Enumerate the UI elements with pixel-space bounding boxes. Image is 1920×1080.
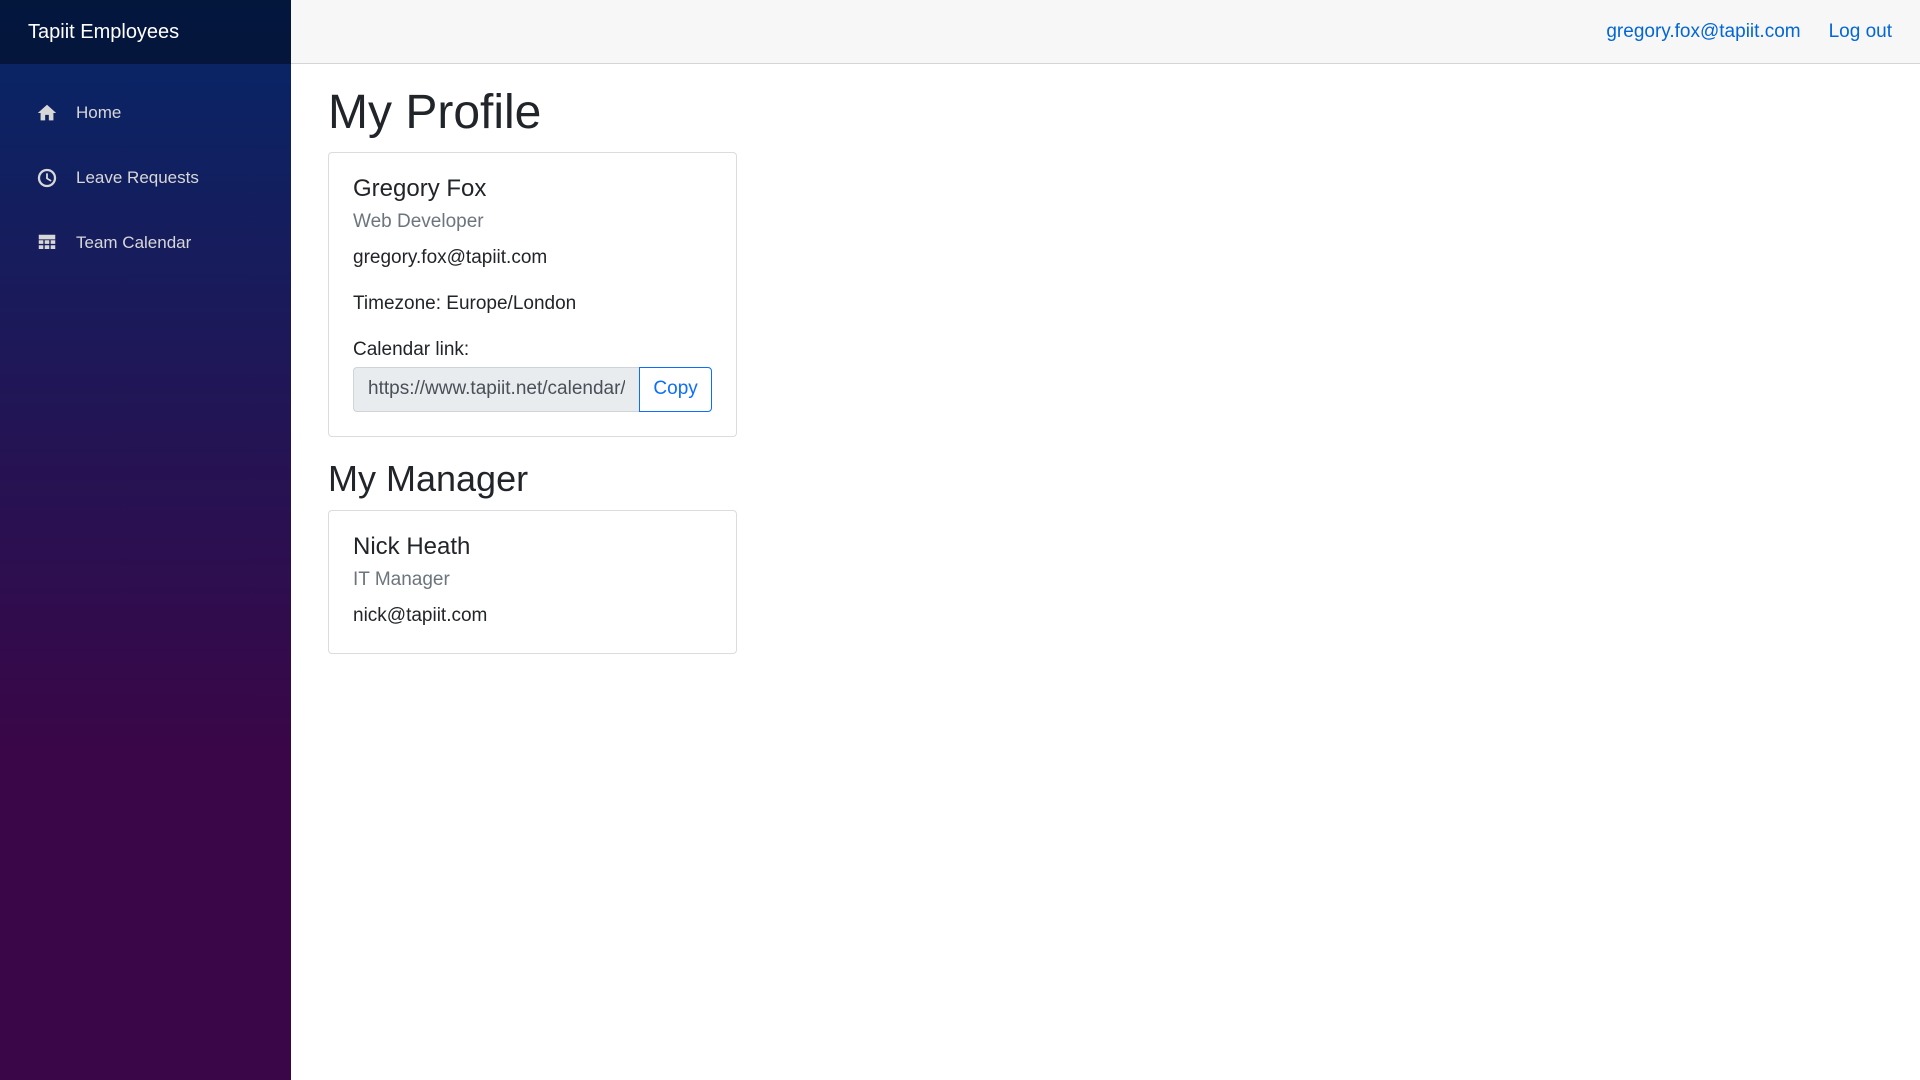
manager-card: Nick Heath IT Manager nick@tapiit.com [328, 509, 737, 654]
calendar-link-input[interactable] [353, 366, 640, 412]
profile-role: Web Developer [353, 210, 484, 232]
sidebar: Tapiit Employees Home Leave Requests Tea… [0, 0, 291, 1080]
sidebar-item-home[interactable]: Home [0, 80, 291, 145]
logout-link[interactable]: Log out [1829, 21, 1892, 43]
manager-name: Nick Heath [353, 532, 471, 560]
copy-button[interactable]: Copy [639, 366, 712, 412]
calendar-icon [36, 232, 58, 254]
manager-section-title: My Manager [328, 457, 529, 499]
sidebar-item-team-calendar[interactable]: Team Calendar [0, 210, 291, 275]
calendar-link-group: Copy [353, 366, 712, 412]
sidebar-nav: Home Leave Requests Team Calendar [0, 64, 291, 275]
calendar-link-label: Calendar link: [353, 338, 470, 360]
profile-email: gregory.fox@tapiit.com [353, 246, 548, 268]
sidebar-item-leave-requests[interactable]: Leave Requests [0, 145, 291, 210]
manager-role: IT Manager [353, 568, 450, 590]
profile-name: Gregory Fox [353, 174, 487, 202]
clock-icon [36, 167, 58, 189]
main-content: My Profile Gregory Fox Web Developer gre… [328, 80, 737, 654]
brand-title[interactable]: Tapiit Employees [0, 0, 291, 64]
top-bar: gregory.fox@tapiit.com Log out [291, 0, 1920, 64]
page-title: My Profile [328, 86, 542, 139]
profile-timezone: Timezone: Europe/London [353, 292, 577, 314]
user-email-link[interactable]: gregory.fox@tapiit.com [1606, 21, 1800, 43]
home-icon [36, 102, 58, 124]
profile-card: Gregory Fox Web Developer gregory.fox@ta… [328, 151, 737, 437]
sidebar-item-label: Team Calendar [76, 232, 192, 252]
sidebar-item-label: Leave Requests [76, 167, 199, 187]
sidebar-item-label: Home [76, 102, 122, 122]
manager-email: nick@tapiit.com [353, 604, 488, 626]
